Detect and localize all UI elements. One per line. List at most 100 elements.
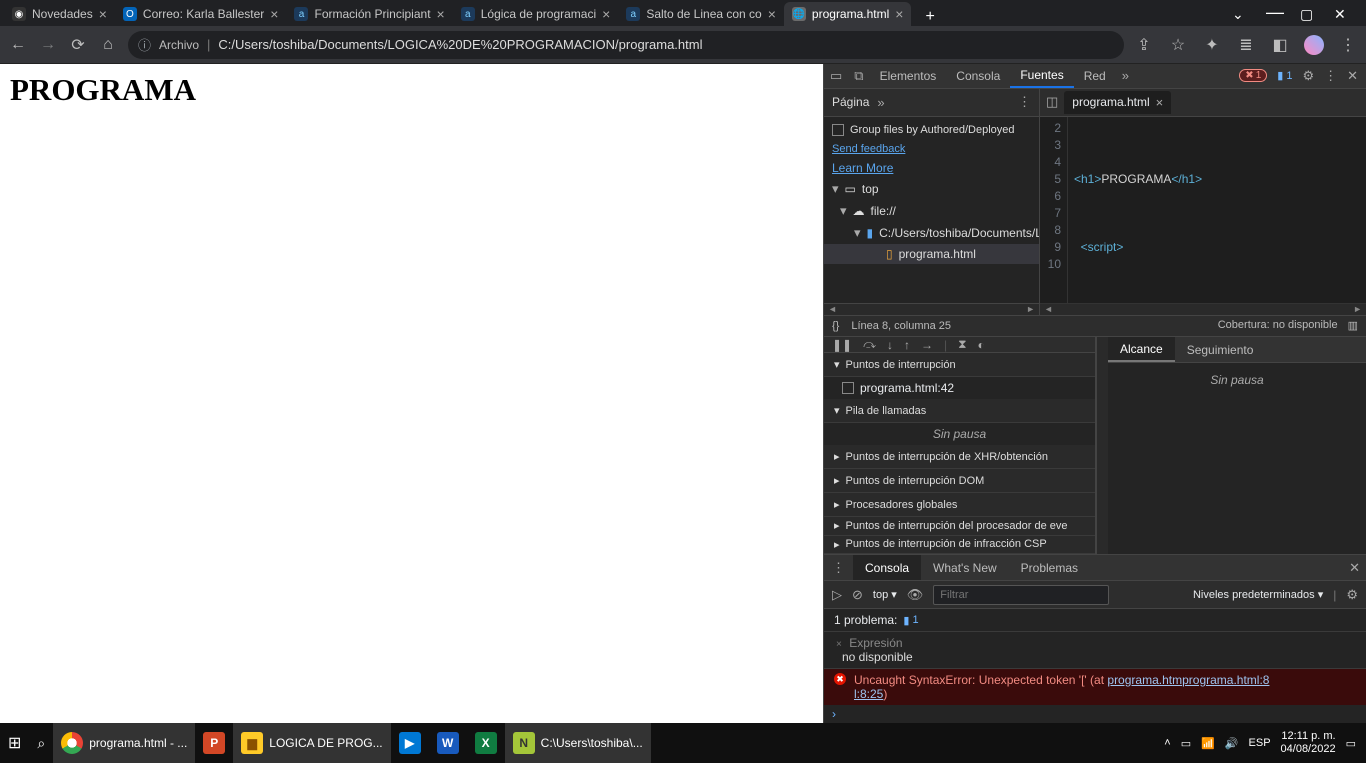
drawer-tab-problems[interactable]: Problemas (1009, 555, 1090, 580)
reload-icon[interactable]: ⟳ (68, 35, 88, 55)
drawer-tab-whatsnew[interactable]: What's New (921, 555, 1009, 580)
more-tabs-icon[interactable]: » (877, 95, 884, 110)
clock[interactable]: 12:11 p. m. 04/08/2022 (1281, 730, 1336, 756)
editor-file-tab[interactable]: programa.html × (1064, 91, 1171, 114)
start-button[interactable]: ⊞ (0, 723, 29, 763)
tab-network[interactable]: Red (1074, 64, 1116, 88)
address-bar[interactable]: ⓘ Archivo | C:/Users/toshiba/Documents/L… (128, 31, 1124, 59)
scroll-right-icon[interactable]: ► (1353, 304, 1362, 314)
gear-icon[interactable]: ⚙ (1346, 587, 1358, 603)
step-into-icon[interactable]: ↓ (887, 338, 893, 352)
close-icon[interactable]: × (836, 639, 842, 650)
window-close-icon[interactable]: ✕ (1334, 6, 1346, 18)
context-selector[interactable]: top ▾ (873, 588, 897, 601)
tab-salto[interactable]: a Salto de Linea con co × (618, 2, 784, 26)
back-icon[interactable]: ← (8, 36, 28, 54)
tab-correo[interactable]: O Correo: Karla Ballester × (115, 2, 287, 26)
more-tabs-icon[interactable]: » (1116, 68, 1135, 83)
tab-sources[interactable]: Fuentes (1010, 64, 1073, 88)
tab-elements[interactable]: Elementos (870, 64, 947, 88)
close-icon[interactable]: × (895, 6, 903, 22)
section-xhr[interactable]: ▸ Puntos de interrupción de XHR/obtenció… (824, 445, 1095, 469)
vertical-scrollbar[interactable] (1096, 337, 1108, 554)
battery-icon[interactable]: ▭ (1181, 737, 1191, 750)
sidepanel-icon[interactable]: ◧ (1270, 35, 1290, 55)
braces-icon[interactable]: {} (832, 320, 839, 332)
volume-icon[interactable]: 🔊 (1225, 737, 1239, 750)
tab-formacion[interactable]: a Formación Principiant × (286, 2, 452, 26)
forward-icon[interactable]: → (38, 36, 58, 54)
task-notepadpp[interactable]: NC:\Users\toshiba\... (505, 723, 651, 763)
breakpoint-item[interactable]: programa.html:42 (824, 377, 1095, 399)
nav-page-tab[interactable]: Página (832, 95, 869, 109)
chrome-menu-drop-icon[interactable]: ⌄ (1232, 6, 1244, 18)
task-wmp[interactable]: ▶ (391, 723, 429, 763)
levels-selector[interactable]: Niveles predeterminados ▾ (1193, 588, 1323, 601)
code-content[interactable]: <h1>PROGRAMA</h1> <script> function salt… (1068, 117, 1211, 303)
feedback-link[interactable]: Send feedback (832, 143, 905, 155)
tree-item[interactable]: ▾ ▮ C:/Users/toshiba/Documents/L (824, 222, 1039, 244)
kebab-icon[interactable]: ⋮ (1338, 35, 1358, 55)
close-icon[interactable]: × (270, 6, 278, 22)
close-icon[interactable]: ✕ (1347, 68, 1358, 84)
section-callstack[interactable]: ▾ Pila de llamadas (824, 399, 1095, 423)
checkbox[interactable] (832, 124, 844, 136)
window-minimize-icon[interactable]: — (1266, 2, 1278, 14)
tray-chevron-icon[interactable]: ˄ (1164, 737, 1170, 749)
section-csp[interactable]: ▸ Puntos de interrupción de infracción C… (824, 536, 1095, 555)
extensions-icon[interactable]: ✦ (1202, 35, 1222, 55)
language-indicator[interactable]: ESP (1249, 737, 1271, 749)
scroll-left-icon[interactable]: ◄ (828, 304, 837, 314)
tab-scope[interactable]: Alcance (1108, 337, 1175, 362)
tab-console[interactable]: Consola (946, 64, 1010, 88)
console-error[interactable]: ✖ Uncaught SyntaxError: Unexpected token… (824, 669, 1366, 705)
pause-icon[interactable]: ❚❚ (832, 338, 852, 352)
kebab-icon[interactable]: ⋮ (1324, 68, 1337, 84)
wifi-icon[interactable]: 📶 (1201, 737, 1215, 750)
task-excel[interactable]: X (467, 723, 505, 763)
media-icon[interactable]: ≣ (1236, 35, 1256, 55)
horizontal-scrollbar[interactable]: ◄ ► (1040, 303, 1366, 315)
task-chrome[interactable]: programa.html - ... (53, 723, 195, 763)
tree-item[interactable]: ▾ ▭ top (824, 178, 1039, 200)
horizontal-scrollbar[interactable]: ◄ ► (824, 303, 1039, 315)
live-expression[interactable]: × Expresión no disponible (824, 632, 1366, 669)
deactivate-bp-icon[interactable]: ⧗ (958, 337, 966, 352)
section-event[interactable]: ▸ Puntos de interrupción del procesador … (824, 517, 1095, 536)
search-button[interactable]: ⌕ (29, 723, 53, 763)
filter-input[interactable] (933, 585, 1109, 605)
tree-file[interactable]: ▯ programa.html (824, 244, 1039, 264)
close-icon[interactable]: × (99, 6, 107, 22)
close-icon[interactable]: × (437, 6, 445, 22)
checkbox[interactable] (842, 382, 854, 394)
kebab-icon[interactable]: ⋮ (824, 560, 853, 576)
drawer-tab-console[interactable]: Consola (853, 555, 921, 580)
task-word[interactable]: W (429, 723, 467, 763)
section-global[interactable]: ▸ Procesadores globales (824, 493, 1095, 517)
star-icon[interactable]: ☆ (1168, 35, 1188, 55)
step-out-icon[interactable]: ↑ (904, 338, 910, 352)
new-tab-button[interactable]: + (917, 8, 942, 26)
clear-icon[interactable]: ⊘ (852, 587, 863, 603)
learn-more-link[interactable]: Learn More (832, 161, 893, 175)
section-breakpoints[interactable]: ▾ Puntos de interrupción (824, 353, 1095, 377)
play-icon[interactable]: ▷ (832, 587, 842, 603)
coverage-icon[interactable]: ▥ (1348, 319, 1358, 332)
tree-item[interactable]: ▾ ☁ file:// (824, 200, 1039, 222)
scroll-left-icon[interactable]: ◄ (1044, 304, 1053, 314)
device-toggle-icon[interactable]: ⧉ (848, 68, 869, 84)
task-explorer[interactable]: ▆LOGICA DE PROG... (233, 723, 390, 763)
close-icon[interactable]: × (602, 6, 610, 22)
close-icon[interactable]: ✕ (1349, 560, 1360, 576)
console-prompt[interactable]: › (824, 705, 1366, 723)
tab-logica[interactable]: a Lógica de programaci × (453, 2, 619, 26)
step-icon[interactable]: → (921, 338, 933, 352)
problems-summary[interactable]: 1 problema: ▮ 1 (824, 609, 1366, 632)
share-icon[interactable]: ⇪ (1134, 35, 1154, 55)
task-powerpoint[interactable]: P (195, 723, 233, 763)
section-dom[interactable]: ▸ Puntos de interrupción DOM (824, 469, 1095, 493)
tab-programa[interactable]: 🌐 programa.html × (784, 2, 912, 26)
window-maximize-icon[interactable]: ▢ (1300, 6, 1312, 18)
kebab-icon[interactable]: ⋮ (1018, 94, 1031, 110)
close-icon[interactable]: × (1156, 95, 1164, 110)
